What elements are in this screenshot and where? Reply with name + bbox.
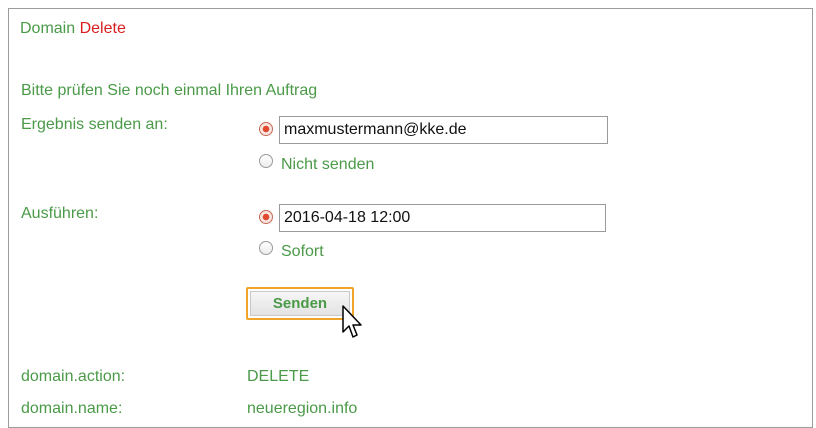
send-button[interactable]: Senden xyxy=(246,287,354,320)
execute-now-label[interactable]: Sofort xyxy=(281,243,324,261)
detail-key-name: domain.name: xyxy=(21,400,123,417)
send-email-radio[interactable] xyxy=(259,122,273,136)
send-button-label: Senden xyxy=(250,291,350,316)
no-send-radio[interactable] xyxy=(259,154,273,168)
execute-label: Ausführen: xyxy=(21,205,99,222)
page-title: Domain Delete xyxy=(20,20,126,38)
schedule-radio[interactable] xyxy=(259,210,273,224)
detail-value-name: neueregion.info xyxy=(247,400,358,417)
mouse-cursor-icon xyxy=(342,305,362,338)
result-label: Ergebnis senden an: xyxy=(21,116,168,133)
title-action: Delete xyxy=(79,20,126,37)
detail-key-action: domain.action: xyxy=(21,368,126,385)
no-send-label[interactable]: Nicht senden xyxy=(281,156,374,174)
intro-text: Bitte prüfen Sie noch einmal Ihren Auftr… xyxy=(21,82,318,99)
email-field[interactable]: maxmustermann@kke.de xyxy=(279,116,608,144)
detail-value-action: DELETE xyxy=(247,368,310,385)
execute-now-radio[interactable] xyxy=(259,241,273,255)
title-domain: Domain xyxy=(20,20,76,37)
datetime-field[interactable]: 2016-04-18 12:00 xyxy=(279,204,606,232)
